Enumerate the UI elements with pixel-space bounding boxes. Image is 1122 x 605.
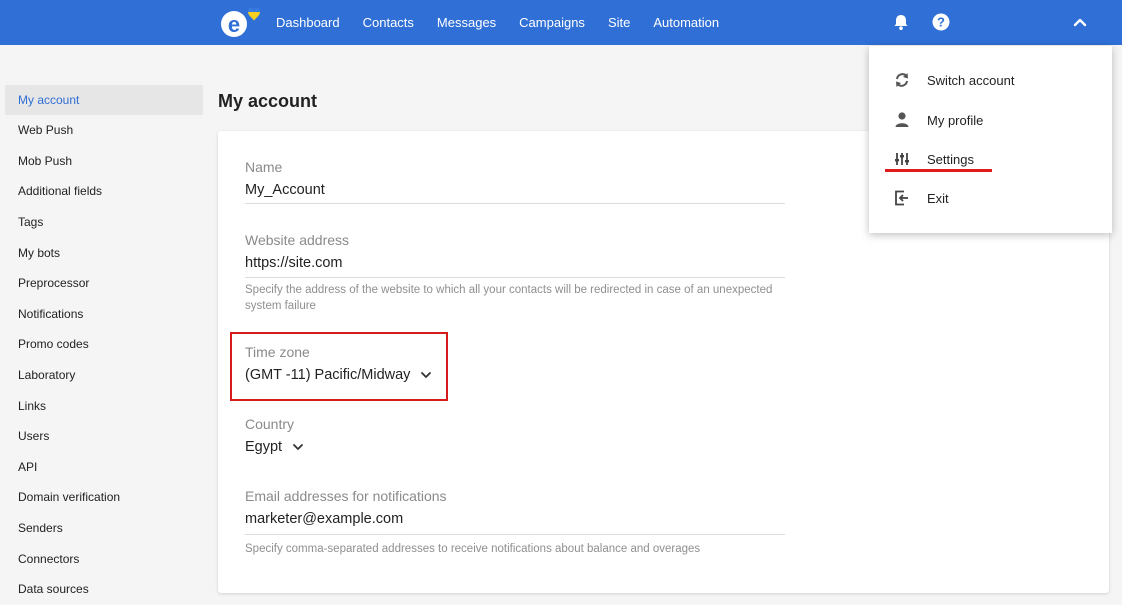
name-field[interactable]: My_Account	[245, 182, 325, 198]
emails-label: Email addresses for notifications	[245, 488, 447, 504]
svg-text:?: ?	[937, 15, 945, 30]
exit-icon	[895, 190, 908, 206]
settings-sidebar: My account Web Push Mob Push Additional …	[5, 85, 203, 605]
nav-site[interactable]: Site	[608, 15, 630, 30]
sidebar-item-my-bots[interactable]: My bots	[5, 237, 203, 268]
timezone-value: (GMT -11) Pacific/Midway	[245, 367, 411, 383]
website-underline	[245, 277, 785, 278]
name-underline	[245, 203, 785, 204]
settings-highlight-underline	[885, 169, 992, 172]
switch-icon	[896, 73, 908, 87]
menu-label-exit: Exit	[927, 190, 949, 206]
sidebar-item-users[interactable]: Users	[5, 421, 203, 452]
sidebar-item-promo-codes[interactable]: Promo codes	[5, 329, 203, 360]
help-icon[interactable]: ?	[931, 12, 951, 32]
menu-item-my-profile[interactable]: My profile	[869, 103, 1112, 137]
sidebar-item-notifications[interactable]: Notifications	[5, 299, 203, 330]
logo[interactable]: e	[218, 5, 264, 41]
menu-item-switch-account[interactable]: Switch account	[869, 63, 1112, 97]
sidebar-item-connectors[interactable]: Connectors	[5, 543, 203, 574]
country-select[interactable]: Egypt	[245, 439, 304, 455]
top-navigation-bar: e Dashboard Contacts Messages Campaigns …	[0, 0, 1122, 45]
bell-icon[interactable]	[891, 12, 911, 32]
sidebar-item-senders[interactable]: Senders	[5, 513, 203, 544]
sidebar-item-links[interactable]: Links	[5, 390, 203, 421]
page-title: My account	[218, 91, 318, 111]
emails-underline	[245, 534, 785, 535]
account-dropdown-menu: Switch account My profile Settings Exit	[869, 46, 1112, 233]
sidebar-item-web-push[interactable]: Web Push	[5, 115, 203, 146]
nav-automation[interactable]: Automation	[653, 15, 719, 30]
name-label: Name	[245, 159, 283, 175]
website-label: Website address	[245, 232, 350, 248]
sidebar-item-preprocessor[interactable]: Preprocessor	[5, 268, 203, 299]
chevron-down-icon	[421, 372, 432, 378]
sidebar-item-laboratory[interactable]: Laboratory	[5, 360, 203, 391]
user-icon	[895, 112, 909, 127]
sidebar-item-api[interactable]: API	[5, 452, 203, 483]
sidebar-item-mob-push[interactable]: Mob Push	[5, 146, 203, 177]
menu-item-exit[interactable]: Exit	[869, 181, 1112, 215]
chevron-up-icon[interactable]	[1070, 12, 1090, 32]
svg-text:e: e	[228, 12, 240, 37]
sidebar-item-data-sources[interactable]: Data sources	[5, 574, 203, 605]
country-label: Country	[245, 416, 295, 432]
website-field[interactable]: https://site.com	[245, 255, 343, 271]
nav-messages[interactable]: Messages	[437, 15, 496, 30]
nav-dashboard[interactable]: Dashboard	[276, 15, 340, 30]
menu-label-my-profile: My profile	[927, 112, 984, 128]
timezone-label: Time zone	[245, 344, 310, 360]
menu-label-settings: Settings	[927, 151, 974, 167]
emails-hint: Specify comma-separated addresses to rec…	[245, 543, 701, 555]
main-nav: Dashboard Contacts Messages Campaigns Si…	[276, 0, 742, 45]
menu-label-switch-account: Switch account	[927, 72, 1015, 88]
website-hint: Specify the address of the website to wh…	[245, 284, 773, 312]
emails-field[interactable]: marketer@example.com	[245, 511, 403, 527]
nav-contacts[interactable]: Contacts	[363, 15, 414, 30]
chevron-down-icon	[293, 444, 303, 450]
nav-campaigns[interactable]: Campaigns	[519, 15, 585, 30]
sidebar-item-my-account[interactable]: My account	[5, 85, 203, 115]
sidebar-item-domain-verification[interactable]: Domain verification	[5, 482, 203, 513]
sliders-icon	[895, 153, 909, 165]
sidebar-item-additional-fields[interactable]: Additional fields	[5, 176, 203, 207]
timezone-select[interactable]: (GMT -11) Pacific/Midway	[245, 367, 432, 383]
country-value: Egypt	[245, 439, 283, 455]
sidebar-item-tags[interactable]: Tags	[5, 207, 203, 238]
